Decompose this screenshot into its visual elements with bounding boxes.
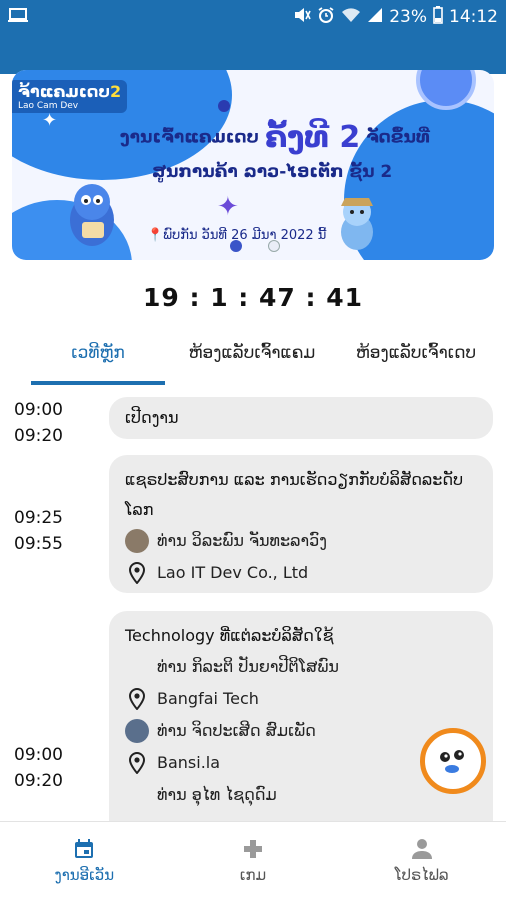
signal-icon bbox=[367, 7, 383, 28]
location-pin-icon bbox=[125, 751, 149, 775]
session-title: ແຊຣປະສົບການ ແລະ ການເຮັດວຽກກັບບໍລິສັດລະດັ… bbox=[125, 470, 464, 519]
event-banner[interactable]: ຈ້າແຄມເດບ2 Lao Cam Dev ງານເຈົ້າແຄມເດບ ຄັ… bbox=[12, 70, 494, 260]
session-times: 09:00 09:20 bbox=[14, 742, 63, 794]
tab-label: ຫ້ອງແລັບເຈົ້າແຄມ bbox=[188, 343, 316, 363]
stage-tabs: ເວທີຫຼັກ ຫ້ອງແລັບເຈົ້າແຄມ ຫ້ອງແລັບເຈົ້າເ… bbox=[0, 335, 506, 385]
mascot-icon bbox=[431, 739, 475, 783]
tab-label: ຫ້ອງແລັບເຈົ້າເດບ bbox=[355, 343, 477, 363]
speaker-spacer bbox=[125, 783, 149, 807]
bottom-navigation: ງານອີເວັນ ເກມ ໂປຣໄຟລ bbox=[0, 821, 506, 900]
session-card[interactable]: ແຊຣປະສົບການ ແລະ ການເຮັດວຽກກັບບໍລິສັດລະດັ… bbox=[109, 455, 493, 593]
speaker-name: ທ່ານ ອຸໄທ ໄຊດຸດົມ bbox=[157, 785, 277, 804]
nav-label: ເກມ bbox=[239, 866, 267, 884]
mascot-illustration bbox=[341, 198, 373, 250]
session-title: ເປີດງານ bbox=[125, 408, 179, 427]
carousel-dot[interactable] bbox=[268, 240, 280, 252]
speaker: ທ່ານ ວິລະພົນ ຈັນທະລາວົງ bbox=[125, 525, 477, 557]
avatar bbox=[125, 529, 149, 553]
banner-dot bbox=[218, 100, 230, 112]
nav-label: ໂປຣໄຟລ bbox=[394, 866, 449, 884]
banner-venue: ສູນການຄ້າ ລາວ-ໄອເຕັກ ຊັ້ນ 2 bbox=[152, 162, 393, 182]
sparkle-icon: ✦ bbox=[217, 192, 239, 222]
speaker-name: ທ່ານ ກິລະຕິ ປັນຍາປີຕິໂສພົນ bbox=[157, 657, 339, 676]
event-logo: ຈ້າແຄມເດບ2 Lao Cam Dev bbox=[12, 80, 128, 113]
banner-area: ຈ້າແຄມເດບ2 Lao Cam Dev ງານເຈົ້າແຄມເດບ ຄັ… bbox=[0, 34, 506, 280]
calendar-icon bbox=[75, 839, 94, 858]
mascot-illustration bbox=[70, 184, 114, 246]
nav-label: ງານອີເວັນ bbox=[54, 866, 115, 884]
alarm-icon bbox=[317, 6, 335, 29]
tab-dev-lab[interactable]: ຫ້ອງແລັບເຈົ້າເດບ bbox=[341, 335, 491, 385]
battery-icon bbox=[433, 5, 443, 29]
end-time: 09:20 bbox=[14, 426, 63, 446]
tab-cam-lab[interactable]: ຫ້ອງແລັບເຈົ້າແຄມ bbox=[177, 335, 327, 385]
location-pin-icon bbox=[125, 687, 149, 711]
start-time: 09:25 bbox=[14, 508, 63, 528]
tab-main-stage[interactable]: ເວທີຫຼັກ bbox=[31, 335, 165, 385]
nav-events[interactable]: ງານອີເວັນ bbox=[0, 822, 169, 900]
company-name: Bansi.la bbox=[157, 753, 221, 772]
tab-label: ເວທີຫຼັກ bbox=[71, 343, 125, 363]
mascot-fab[interactable] bbox=[420, 728, 486, 794]
gamepad-icon bbox=[244, 840, 262, 858]
screen-icon bbox=[8, 7, 28, 28]
avatar bbox=[125, 719, 149, 743]
mute-icon bbox=[293, 7, 311, 28]
location-pin-icon bbox=[125, 561, 149, 585]
company: Bangfai Tech bbox=[125, 683, 477, 715]
session-times: 09:00 09:20 bbox=[14, 397, 63, 449]
carousel-dot[interactable] bbox=[230, 240, 242, 252]
session-title: Technology ທີ່ແຕ່ລະບໍລິສັດໃຊ້ bbox=[125, 626, 334, 645]
company-name: Lao IT Dev Co., Ltd bbox=[157, 563, 309, 582]
battery-percent: 23% bbox=[389, 7, 427, 27]
company: Lao IT Dev Co., Ltd bbox=[125, 557, 477, 589]
speaker-name: ທ່ານ ວິລະພົນ ຈັນທະລາວົງ bbox=[157, 531, 328, 550]
nav-profile[interactable]: ໂປຣໄຟລ bbox=[337, 822, 506, 900]
start-time: 09:00 bbox=[14, 400, 63, 420]
speaker-spacer bbox=[125, 655, 149, 679]
speaker: ທ່ານ ກິລະຕິ ປັນຍາປີຕິໂສພົນ bbox=[125, 651, 477, 683]
nav-game[interactable]: ເກມ bbox=[169, 822, 338, 900]
company-name: Bangfai Tech bbox=[157, 689, 259, 708]
end-time: 09:20 bbox=[14, 771, 63, 791]
person-icon bbox=[411, 839, 432, 859]
session-card[interactable]: ເປີດງານ bbox=[109, 397, 493, 439]
speaker-name: ທ່ານ ຈິດປະເສີດ ສົມເພັດ bbox=[157, 721, 316, 740]
start-time: 09:00 bbox=[14, 745, 63, 765]
status-bar: 23% 14:12 bbox=[0, 0, 506, 34]
session-times: 09:25 09:55 bbox=[14, 505, 63, 557]
banner-headline: ງານເຈົ້າແຄມເດບ ຄັ້ງທີ 2 ຈັດຂຶ້ນທີ່ bbox=[120, 120, 430, 155]
end-time: 09:55 bbox=[14, 534, 63, 554]
clock: 14:12 bbox=[449, 7, 498, 27]
event-countdown: 19 : 1 : 47 : 41 bbox=[143, 283, 363, 312]
wifi-icon bbox=[341, 7, 361, 28]
sparkle-icon: ✦ bbox=[42, 110, 58, 131]
